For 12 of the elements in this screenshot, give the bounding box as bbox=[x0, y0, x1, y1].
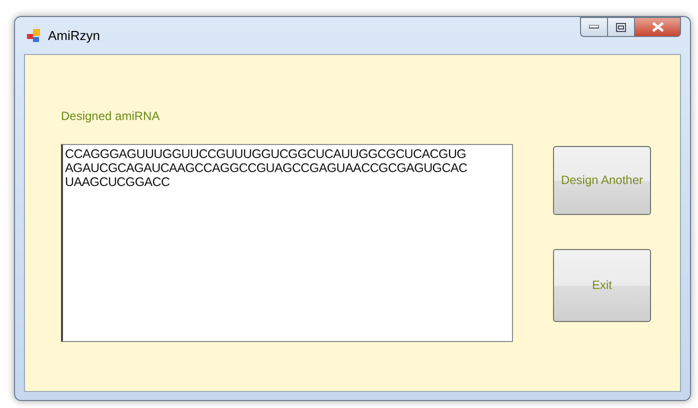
design-another-button[interactable]: Design Another bbox=[553, 146, 651, 215]
app-icon bbox=[26, 28, 42, 44]
maximize-button[interactable] bbox=[608, 17, 635, 37]
minimize-button[interactable] bbox=[580, 17, 608, 37]
window-title: AmiRzyn bbox=[48, 26, 100, 45]
close-button[interactable] bbox=[635, 17, 681, 37]
close-icon bbox=[652, 22, 664, 32]
maximize-icon bbox=[616, 22, 626, 32]
sequence-textbox[interactable]: CCAGGGAGUUUGGUUCCGUUUGGUCGGCUCAUUGGCGCUCACGUG AGAUCGCAGAUCAAGCCAGGCCGUAGCCGAGUAACCGCGAGUGCAC UAAGCUCGGACC bbox=[61, 144, 513, 342]
field-label: Designed amiRNA bbox=[61, 108, 161, 125]
minimize-icon bbox=[589, 25, 599, 29]
exit-button[interactable]: Exit bbox=[553, 249, 651, 322]
